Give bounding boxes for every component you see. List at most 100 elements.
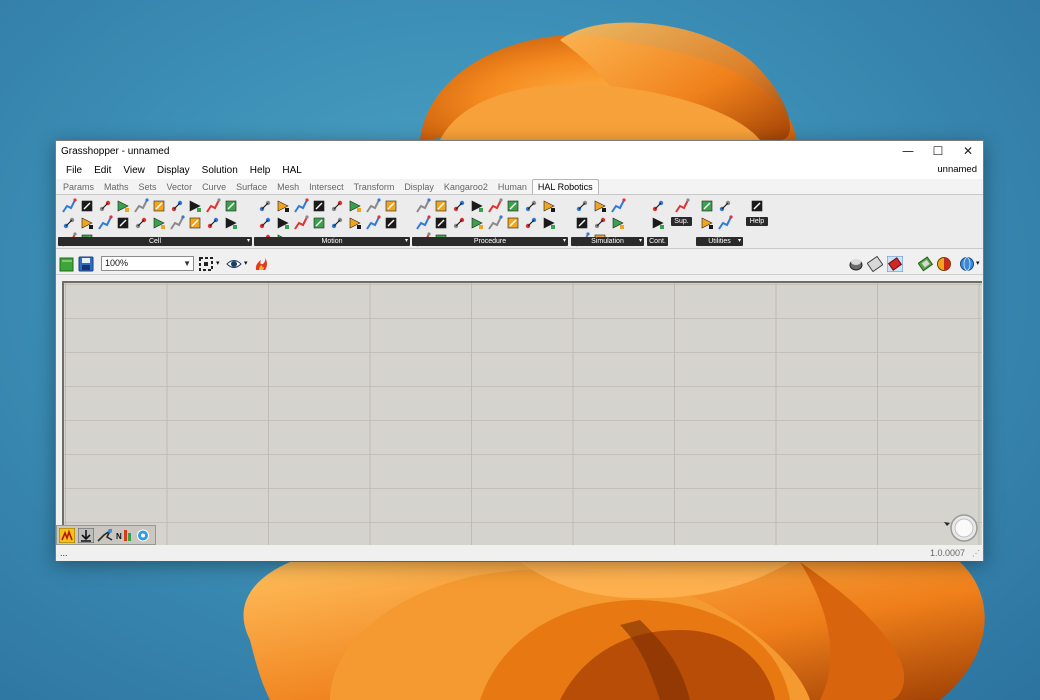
menu-view[interactable]: View xyxy=(117,165,151,176)
save-icon[interactable] xyxy=(78,256,94,272)
cell-component-icon[interactable] xyxy=(133,198,149,214)
preview-eye-icon[interactable] xyxy=(226,256,242,272)
utilities-component-icon[interactable] xyxy=(699,198,715,214)
menu-hal[interactable]: HAL xyxy=(276,165,307,176)
menu-file[interactable]: File xyxy=(60,165,88,176)
cell-component-icon[interactable] xyxy=(97,215,113,231)
tab-curve[interactable]: Curve xyxy=(197,180,231,194)
motion-component-icon[interactable] xyxy=(311,215,327,231)
maximize-button[interactable]: ☐ xyxy=(923,141,953,161)
procedure-component-icon[interactable] xyxy=(541,198,557,214)
motion-component-icon[interactable] xyxy=(347,215,363,231)
simulation-component-icon[interactable] xyxy=(574,198,590,214)
cell-component-icon[interactable] xyxy=(61,215,77,231)
markov-widget-icon[interactable] xyxy=(59,528,75,543)
cont-component-icon[interactable] xyxy=(650,215,666,231)
grasshopper-canvas[interactable] xyxy=(62,281,982,545)
motion-component-icon[interactable] xyxy=(311,198,327,214)
procedure-component-icon[interactable] xyxy=(415,215,431,231)
group-label-utilities[interactable]: Utilities ▾ xyxy=(696,237,743,246)
utilities-component-icon[interactable] xyxy=(717,198,733,214)
globe-icon[interactable] xyxy=(959,256,975,272)
group-label-motion[interactable]: Motion ▾ xyxy=(254,237,410,246)
group-label-cell[interactable]: Cell ▾ xyxy=(58,237,252,246)
simulation-component-icon[interactable] xyxy=(610,198,626,214)
download-widget-icon[interactable] xyxy=(78,528,94,543)
utilities-component-icon[interactable] xyxy=(699,215,715,231)
tab-human[interactable]: Human xyxy=(493,180,532,194)
motion-component-icon[interactable] xyxy=(383,198,399,214)
cell-component-icon[interactable] xyxy=(151,198,167,214)
cell-component-icon[interactable] xyxy=(97,198,113,214)
tab-surface[interactable]: Surface xyxy=(231,180,272,194)
resize-grip-icon[interactable]: ⋰ xyxy=(972,549,980,558)
cell-component-icon[interactable] xyxy=(169,215,185,231)
procedure-component-icon[interactable] xyxy=(487,215,503,231)
cell-component-icon[interactable] xyxy=(79,198,95,214)
group-label-procedure[interactable]: Procedure ▾ xyxy=(412,237,568,246)
tab-intersect[interactable]: Intersect xyxy=(304,180,349,194)
menu-display[interactable]: Display xyxy=(151,165,196,176)
group-label-help[interactable]: Help xyxy=(746,217,768,226)
motion-component-icon[interactable] xyxy=(293,198,309,214)
preview-shaded-icon[interactable] xyxy=(848,256,864,272)
zoom-dropdown[interactable]: 100% ▼ xyxy=(101,256,194,271)
procedure-component-icon[interactable] xyxy=(523,215,539,231)
procedure-component-icon[interactable] xyxy=(415,198,431,214)
profiler-widget-icon[interactable]: N xyxy=(116,528,132,543)
motion-component-icon[interactable] xyxy=(365,198,381,214)
motion-component-icon[interactable] xyxy=(383,215,399,231)
cell-component-icon[interactable] xyxy=(223,215,239,231)
procedure-component-icon[interactable] xyxy=(451,215,467,231)
tab-mesh[interactable]: Mesh xyxy=(272,180,304,194)
chevron-down-icon[interactable]: ▾ xyxy=(976,259,980,267)
cell-component-icon[interactable] xyxy=(169,198,185,214)
group-label-sup[interactable]: Sup. xyxy=(671,217,692,226)
cell-component-icon[interactable] xyxy=(205,215,221,231)
chevron-down-icon[interactable]: ▾ xyxy=(216,259,220,267)
color-preview-icon[interactable] xyxy=(936,256,952,272)
tab-params[interactable]: Params xyxy=(58,180,99,194)
group-label-simulation[interactable]: Simulation ▾ xyxy=(571,237,644,246)
simulation-component-icon[interactable] xyxy=(610,215,626,231)
procedure-component-icon[interactable] xyxy=(541,215,557,231)
motion-component-icon[interactable] xyxy=(347,198,363,214)
procedure-component-icon[interactable] xyxy=(433,215,449,231)
procedure-component-icon[interactable] xyxy=(505,215,521,231)
procedure-component-icon[interactable] xyxy=(451,198,467,214)
cell-component-icon[interactable] xyxy=(151,215,167,231)
help-component-icon[interactable] xyxy=(749,198,765,214)
procedure-component-icon[interactable] xyxy=(505,198,521,214)
cont-component-icon[interactable] xyxy=(650,198,666,214)
open-file-icon[interactable] xyxy=(59,256,75,272)
bake-flame-icon[interactable] xyxy=(253,256,269,272)
menu-solution[interactable]: Solution xyxy=(196,165,244,176)
cell-component-icon[interactable] xyxy=(115,215,131,231)
procedure-component-icon[interactable] xyxy=(487,198,503,214)
tab-maths[interactable]: Maths xyxy=(99,180,134,194)
motion-component-icon[interactable] xyxy=(329,198,345,214)
sup-component-icon[interactable] xyxy=(674,198,690,214)
motion-component-icon[interactable] xyxy=(293,215,309,231)
tab-vector[interactable]: Vector xyxy=(162,180,198,194)
procedure-component-icon[interactable] xyxy=(433,198,449,214)
motion-component-icon[interactable] xyxy=(257,198,273,214)
group-label-cont[interactable]: Cont. xyxy=(647,237,668,246)
close-button[interactable]: ✕ xyxy=(953,141,983,161)
cell-component-icon[interactable] xyxy=(61,198,77,214)
cell-component-icon[interactable] xyxy=(115,198,131,214)
tab-hal-robotics[interactable]: HAL Robotics xyxy=(531,179,599,194)
motion-component-icon[interactable] xyxy=(329,215,345,231)
title-bar[interactable]: Grasshopper - unnamed — ☐ ✕ xyxy=(56,141,983,161)
tab-sets[interactable]: Sets xyxy=(134,180,162,194)
simulation-component-icon[interactable] xyxy=(574,215,590,231)
procedure-component-icon[interactable] xyxy=(469,215,485,231)
cell-component-icon[interactable] xyxy=(133,215,149,231)
simulation-component-icon[interactable] xyxy=(592,215,608,231)
selected-only-icon[interactable] xyxy=(887,256,903,272)
sketch-frame-icon[interactable] xyxy=(198,256,214,272)
simulation-component-icon[interactable] xyxy=(592,198,608,214)
tab-kangaroo2[interactable]: Kangaroo2 xyxy=(439,180,493,194)
preview-wire-icon[interactable] xyxy=(867,256,883,272)
menu-help[interactable]: Help xyxy=(244,165,277,176)
